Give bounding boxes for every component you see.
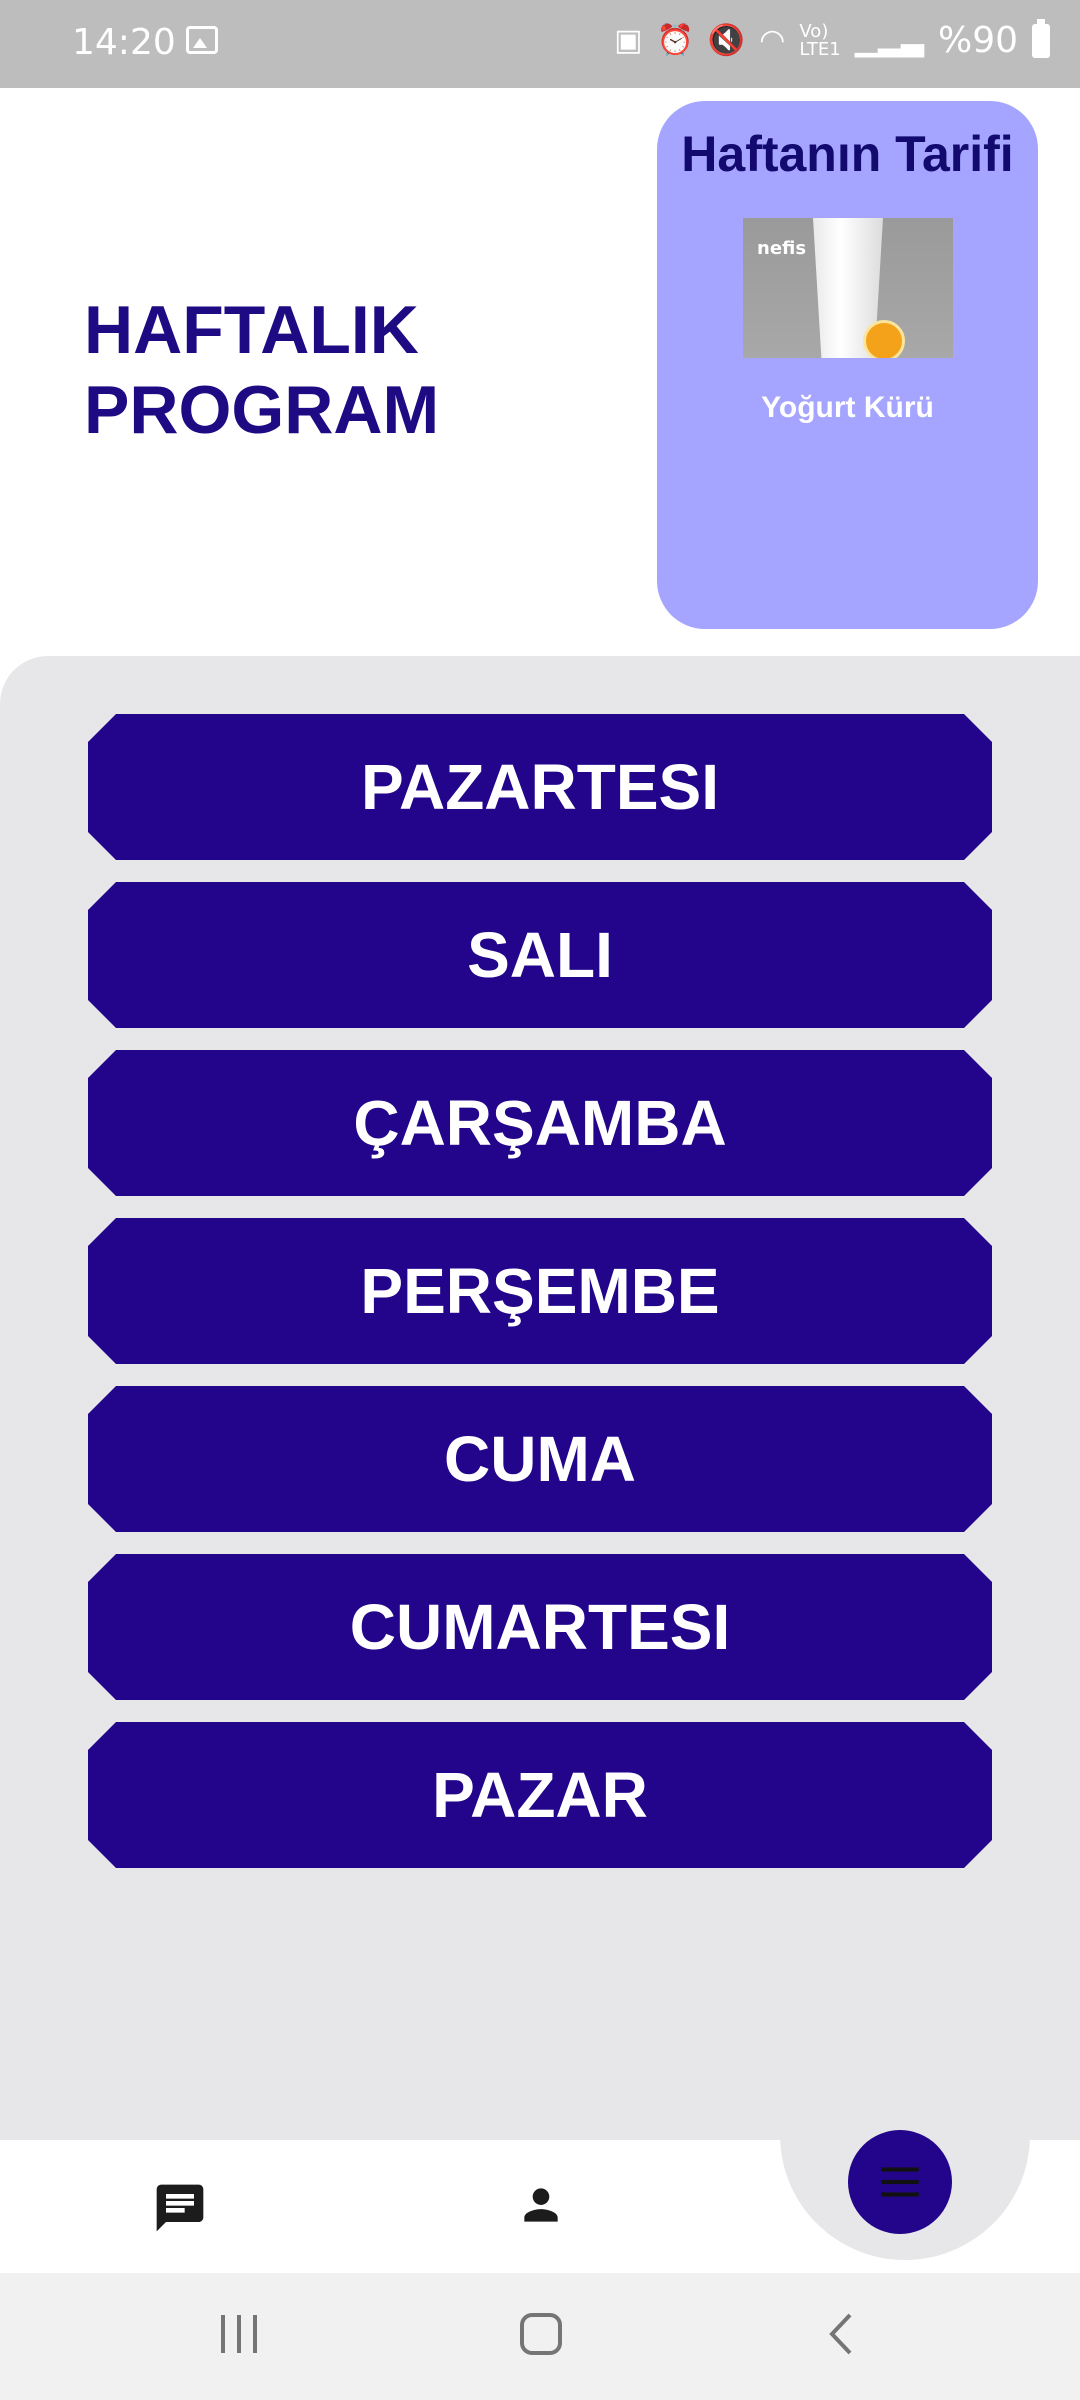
battery-percent: %90 bbox=[937, 20, 1018, 61]
menu-fab-button[interactable] bbox=[848, 2130, 952, 2234]
menu-icon bbox=[881, 2167, 919, 2197]
recipe-card-title: Haftanın Tarifi bbox=[681, 126, 1014, 182]
wifi-icon: ◠ bbox=[759, 22, 786, 58]
day-button-cuma[interactable]: CUMA bbox=[88, 1386, 992, 1532]
day-button-persembe[interactable]: PERŞEMBE bbox=[88, 1218, 992, 1364]
alarm-icon: ⏰ bbox=[656, 22, 694, 58]
day-button-cumartesi[interactable]: CUMARTESI bbox=[88, 1554, 992, 1700]
back-icon[interactable] bbox=[822, 2309, 862, 2364]
page-title-line1: HAFTALIK bbox=[84, 292, 419, 368]
status-bar: 14:20 ▣ ⏰ 🔇 ◠ Vo) LTE1 ▁▂▃ %90 bbox=[0, 0, 1080, 88]
day-button-sali[interactable]: SALI bbox=[88, 882, 992, 1028]
day-button-pazar[interactable]: PAZAR bbox=[88, 1722, 992, 1868]
volte-lte-icon: Vo) LTE1 bbox=[799, 20, 841, 60]
status-icons: ▣ ⏰ 🔇 ◠ Vo) LTE1 ▁▂▃ %90 bbox=[614, 18, 1050, 61]
mute-icon: 🔇 bbox=[707, 22, 746, 58]
recipe-image[interactable]: nefis bbox=[743, 218, 953, 358]
person-icon[interactable] bbox=[516, 2180, 566, 2235]
day-button-pazartesi[interactable]: PAZARTESI bbox=[88, 714, 992, 860]
image-icon bbox=[186, 26, 218, 54]
chat-icon[interactable] bbox=[152, 2180, 208, 2241]
day-button-carsamba[interactable]: ÇARŞAMBA bbox=[88, 1050, 992, 1196]
brand-logo: nefis bbox=[757, 238, 807, 259]
battery-saver-icon: ▣ bbox=[614, 22, 643, 58]
page-title-line2: PROGRAM bbox=[84, 372, 440, 448]
system-nav-bar bbox=[0, 2273, 1080, 2400]
lemon-shape bbox=[863, 320, 905, 358]
recent-apps-icon[interactable] bbox=[218, 2309, 260, 2364]
home-icon[interactable] bbox=[516, 2309, 566, 2364]
recipe-of-week-card[interactable]: Haftanın Tarifi nefis Yoğurt Kürü bbox=[657, 101, 1038, 629]
status-time: 14:20 bbox=[72, 22, 176, 63]
page-title: HAFTALIK PROGRAM bbox=[84, 290, 504, 450]
recipe-name: Yoğurt Kürü bbox=[761, 391, 934, 424]
main-panel: PAZARTESI SALI ÇARŞAMBA PERŞEMBE CUMA CU… bbox=[0, 656, 1080, 2146]
signal-icon: ▁▂▃ bbox=[854, 22, 924, 58]
battery-icon bbox=[1032, 18, 1050, 58]
